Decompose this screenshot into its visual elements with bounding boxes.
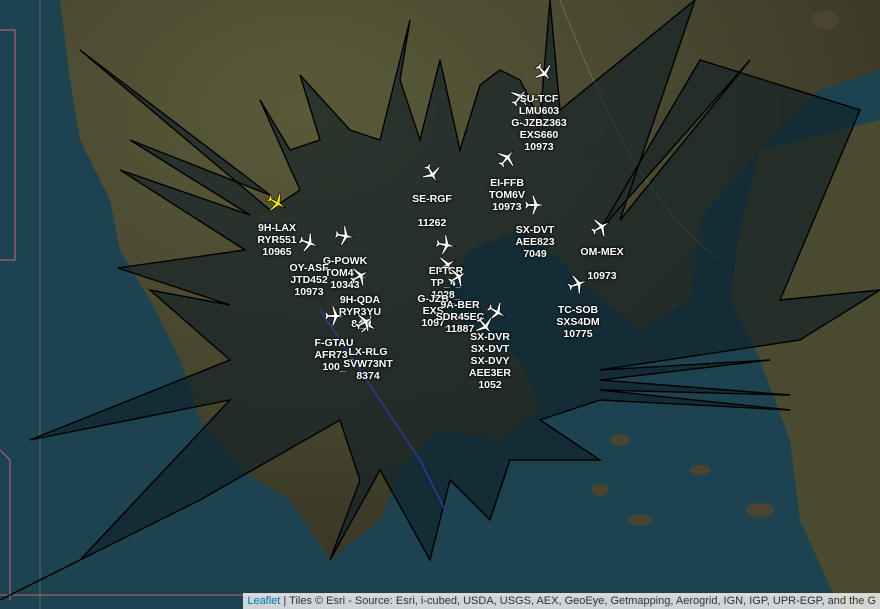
- aircraft-label-line: 1052: [478, 379, 502, 391]
- aircraft-label-line: AEE3ER: [468, 367, 512, 379]
- plane-icon[interactable]: [567, 273, 589, 295]
- plane-icon[interactable]: [354, 311, 376, 333]
- aircraft-label: OY-ASF JTD452 10973: [289, 262, 328, 298]
- aircraft-label: SX-DVT AEE823 7049: [515, 224, 554, 260]
- aircraft-label: SU-TCF LMU603 G-JZBZ363 EXS660 10973: [511, 93, 566, 153]
- aircraft-label: LX-RLG SVW73NT 8374: [343, 346, 393, 382]
- aircraft-label-line: JTD452: [290, 274, 328, 286]
- aircraft-label-line: [580, 258, 623, 270]
- aircraft-label-line: 10965: [262, 246, 292, 258]
- aircraft-label-line: 10973: [524, 141, 554, 153]
- aircraft-label-line: LMU603: [518, 105, 560, 117]
- map-attribution: Leaflet | Tiles © Esri - Source: Esri, i…: [243, 593, 880, 609]
- aircraft-label-line: SXS4DM: [556, 316, 600, 328]
- attribution-separator: |: [280, 595, 290, 607]
- aircraft-label-line: 9A-BER: [440, 299, 480, 311]
- attribution-text: Tiles © Esri - Source: Esri, i-cubed, US…: [289, 595, 876, 607]
- aircraft-label-line: TC-SOB: [557, 304, 599, 316]
- aircraft-label-line: AEE823: [515, 236, 555, 248]
- map-view[interactable]: 9H-LAX RYR551 10965 G-POWK TOM4__ 10343 OY-ASF…: [0, 0, 880, 609]
- plane-icon[interactable]: [324, 305, 346, 327]
- aircraft-label-line: LX-RLG: [348, 346, 388, 358]
- plane-icon[interactable]: [496, 147, 518, 169]
- aircraft-label-line: 7049: [523, 248, 547, 260]
- aircraft-label-line: TOM6V: [489, 189, 525, 201]
- aircraft-label-line: SE-RGF: [412, 193, 452, 205]
- aircraft-label-line: G-JZBZ363: [511, 117, 567, 129]
- aircraft-label-line: [412, 205, 452, 217]
- aircraft-label-line: SX-DVR: [470, 331, 510, 343]
- plane-icon[interactable]: [334, 225, 356, 247]
- aircraft-label-line: OM-MEX: [580, 246, 624, 258]
- aircraft-label-line: 10775: [563, 328, 593, 340]
- aircraft-label-line: SX-DVT: [515, 224, 555, 236]
- aircraft-label-line: 10973: [294, 286, 324, 298]
- aircraft-label: EI-FFB TOM6V 10973: [489, 177, 525, 213]
- aircraft-label: SE-RGF 11262: [412, 193, 452, 229]
- aircraft-label-line: EXS660: [519, 129, 559, 141]
- aircraft-label-line: SVW73NT: [343, 358, 393, 370]
- aircraft-label-line: EI-FFB: [490, 177, 524, 189]
- plane-icon[interactable]: [533, 62, 555, 84]
- aircraft-label-line: 10973: [492, 201, 522, 213]
- plane-icon[interactable]: [524, 194, 546, 216]
- aircraft-label: SX-DVR SX-DVT SX-DVY AEE3ER 1052: [469, 331, 511, 391]
- aircraft-label-line: SX-DVY: [470, 355, 510, 367]
- aircraft-label-line: SX-DVT: [470, 343, 510, 355]
- aircraft-label-line: OY-ASF: [289, 262, 329, 274]
- plane-icon[interactable]: [447, 266, 469, 288]
- plane-icon[interactable]: [421, 163, 443, 185]
- plane-icon[interactable]: [298, 232, 320, 254]
- leaflet-link[interactable]: Leaflet: [247, 595, 280, 607]
- aircraft-label-line: 8374: [356, 370, 380, 382]
- aircraft-label-line: SU-TCF: [519, 93, 559, 105]
- aircraft-label: TC-SOB SXS4DM 10775: [556, 304, 599, 340]
- plane-icon[interactable]: [349, 265, 371, 287]
- aircraft-label-line: RYR551: [257, 234, 297, 246]
- plane-icon[interactable]: [590, 216, 612, 238]
- plane-icon-selected[interactable]: [266, 192, 288, 214]
- aircraft-label-line: 9H-LAX: [258, 222, 296, 234]
- aircraft-label-line: 11262: [417, 217, 447, 229]
- aircraft-label: 9H-LAX RYR551 10965: [257, 222, 296, 258]
- plane-icon[interactable]: [435, 234, 457, 256]
